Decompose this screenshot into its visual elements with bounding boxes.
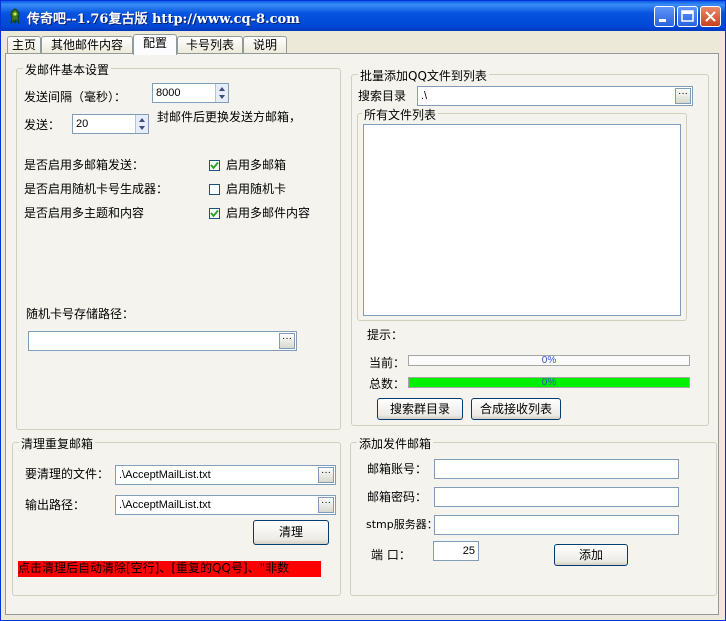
multi-mailbox-checkbox[interactable] bbox=[209, 160, 220, 171]
settings-page: 发邮件基本设置 发送间隔（毫秒）： 8000 发送： 20 封邮件后更换发送方邮… bbox=[5, 53, 719, 615]
current-progress-text: 0% bbox=[541, 355, 557, 366]
total-progress-bar: 0% bbox=[408, 377, 690, 388]
group-title: 所有文件列表 bbox=[362, 106, 439, 123]
interval-spin-arrows[interactable] bbox=[215, 84, 228, 102]
mail-password-label: 邮箱密码： bbox=[367, 490, 428, 504]
add-sender-button[interactable]: 添加 bbox=[554, 544, 628, 566]
tab-other-mail-content[interactable]: 其他邮件内容 bbox=[41, 36, 133, 54]
port-label: 端 口： bbox=[371, 548, 411, 562]
card-path-label: 随机卡号存储路径： bbox=[26, 307, 135, 321]
checkmark-icon bbox=[210, 161, 219, 170]
send-count-value: 20 bbox=[76, 118, 89, 130]
random-card-check-label[interactable]: 启用随机卡 bbox=[226, 181, 286, 197]
search-dir-input[interactable]: .\ ··· bbox=[417, 86, 693, 106]
app-icon bbox=[10, 8, 20, 24]
tab-home[interactable]: 主页 bbox=[7, 36, 41, 54]
search-group-dir-button[interactable]: 搜索群目录 bbox=[377, 398, 463, 420]
smtp-server-input[interactable] bbox=[434, 515, 679, 535]
cleanup-file-label: 要清理的文件： bbox=[25, 467, 110, 481]
interval-value: 8000 bbox=[156, 87, 181, 99]
maximize-icon bbox=[681, 10, 694, 22]
random-card-checkbox[interactable] bbox=[209, 184, 220, 195]
output-path-input[interactable]: .\AcceptMailList.txt ··· bbox=[115, 495, 336, 515]
app-window: 传奇吧--1.76复古版 http://www.cq-8.com 主页 其他邮件… bbox=[0, 0, 726, 621]
send-suffix-label: 封邮件后更换发送方邮箱， bbox=[157, 110, 302, 124]
card-path-input[interactable]: ··· bbox=[28, 331, 297, 351]
group-title: 添加发件邮箱 bbox=[357, 435, 434, 452]
tab-help[interactable]: 说明 bbox=[243, 36, 287, 54]
tab-settings[interactable]: 配置 bbox=[133, 34, 177, 55]
window-title: 传奇吧--1.76复古版 http://www.cq-8.com bbox=[27, 12, 300, 27]
checkmark-icon bbox=[210, 209, 219, 218]
search-dir-label: 搜索目录 bbox=[358, 89, 407, 103]
port-value: 25 bbox=[462, 545, 475, 557]
card-path-browse-button[interactable]: ··· bbox=[279, 333, 295, 349]
multi-subject-check-label[interactable]: 启用多邮件内容 bbox=[226, 205, 310, 221]
close-button[interactable] bbox=[700, 6, 721, 27]
clean-button[interactable]: 清理 bbox=[253, 520, 329, 545]
output-path-value: .\AcceptMailList.txt bbox=[119, 499, 211, 511]
output-path-browse-button[interactable]: ··· bbox=[318, 497, 334, 513]
send-spin-arrows[interactable] bbox=[135, 115, 148, 133]
title-bar[interactable]: 传奇吧--1.76复古版 http://www.cq-8.com bbox=[1, 1, 725, 31]
maximize-button[interactable] bbox=[677, 6, 698, 27]
merge-receive-list-button[interactable]: 合成接收列表 bbox=[471, 398, 561, 420]
total-label: 总数： bbox=[369, 377, 406, 391]
cleanup-group: 清理重复邮箱 要清理的文件： .\AcceptMailList.txt ··· … bbox=[12, 435, 341, 596]
total-progress-text: 0% bbox=[541, 377, 557, 388]
multi-mailbox-check-label[interactable]: 启用多邮箱 bbox=[226, 157, 286, 173]
search-dir-browse-button[interactable]: ··· bbox=[675, 88, 691, 104]
batch-add-group: 批量添加QQ文件到列表 搜索目录 .\ ··· 所有文件列表 提示： 当前： 0… bbox=[351, 67, 709, 426]
port-input[interactable]: 25 bbox=[433, 541, 479, 561]
cleanup-file-input[interactable]: .\AcceptMailList.txt ··· bbox=[115, 465, 336, 485]
spin-arrows-icon bbox=[139, 118, 145, 130]
cleanup-file-value: .\AcceptMailList.txt bbox=[119, 469, 211, 481]
add-sender-group: 添加发件邮箱 邮箱账号： 邮箱密码： stmp服务器： 端 口： 25 添加 bbox=[350, 435, 717, 596]
interval-label: 发送间隔（毫秒）： bbox=[24, 90, 127, 104]
mail-account-label: 邮箱账号： bbox=[367, 462, 428, 476]
spin-arrows-icon bbox=[219, 87, 225, 99]
file-list-group: 所有文件列表 bbox=[357, 106, 687, 321]
current-progress-bar: 0% bbox=[408, 355, 690, 366]
close-icon bbox=[705, 11, 716, 22]
cleanup-file-browse-button[interactable]: ··· bbox=[318, 467, 334, 483]
output-path-label: 输出路径： bbox=[25, 498, 86, 512]
search-dir-value: .\ bbox=[421, 90, 428, 102]
mail-password-input[interactable] bbox=[434, 487, 679, 507]
group-title: 清理重复邮箱 bbox=[19, 435, 96, 452]
smtp-server-label: stmp服务器： bbox=[366, 518, 438, 531]
mail-account-input[interactable] bbox=[434, 459, 679, 479]
group-title: 批量添加QQ文件到列表 bbox=[358, 67, 489, 84]
cleanup-warning-text: 点击清理后自动清除[空行]、[重复的QQ号]、"非数 bbox=[18, 561, 321, 577]
tab-card-list[interactable]: 卡号列表 bbox=[177, 36, 243, 54]
random-card-label: 是否启用随机卡号生成器： bbox=[24, 182, 169, 196]
group-title: 发邮件基本设置 bbox=[23, 61, 112, 78]
multi-subject-label: 是否启用多主题和内容 bbox=[24, 206, 145, 220]
minimize-button[interactable] bbox=[654, 6, 675, 27]
send-count-spinbox[interactable]: 20 bbox=[72, 114, 149, 134]
current-label: 当前： bbox=[369, 356, 406, 370]
interval-spinbox[interactable]: 8000 bbox=[152, 83, 229, 103]
multi-mailbox-label: 是否启用多邮箱发送： bbox=[24, 158, 145, 172]
hint-label: 提示： bbox=[367, 328, 404, 342]
send-label: 发送： bbox=[24, 118, 61, 132]
file-listbox[interactable] bbox=[363, 124, 681, 316]
minimize-icon bbox=[659, 19, 666, 22]
multi-subject-checkbox[interactable] bbox=[209, 208, 220, 219]
mail-settings-group: 发邮件基本设置 发送间隔（毫秒）： 8000 发送： 20 封邮件后更换发送方邮… bbox=[16, 61, 341, 430]
